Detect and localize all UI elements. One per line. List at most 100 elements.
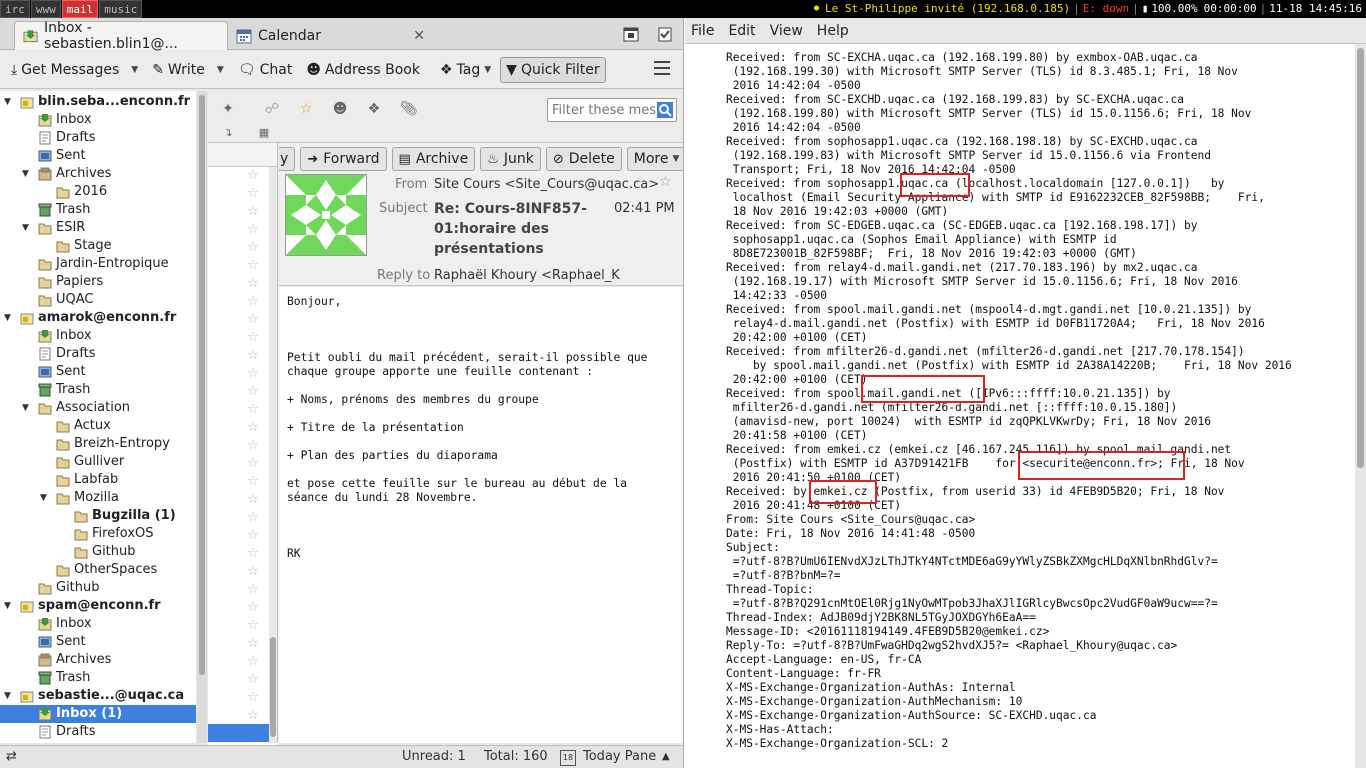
chevron-down-icon[interactable]: ▼ <box>131 65 138 75</box>
folder-item[interactable]: Labfab <box>0 471 196 489</box>
star-icon[interactable]: ☆ <box>247 546 261 561</box>
more-button[interactable]: More ▼ <box>626 147 683 171</box>
folder-item[interactable]: Bugzilla (1) <box>0 507 196 525</box>
folder-item[interactable]: Trash <box>0 381 196 399</box>
selected-thread-row[interactable] <box>208 724 270 742</box>
menu-icon[interactable] <box>654 61 670 75</box>
star-icon[interactable]: ☆ <box>247 582 261 597</box>
star-icon[interactable]: ☆ <box>247 690 261 705</box>
star-icon[interactable]: ☆ <box>247 366 261 381</box>
star-icon[interactable]: ☆ <box>247 348 261 363</box>
star-icon[interactable]: ☆ <box>298 101 314 117</box>
folder-item[interactable]: ▼ amarok@enconn.fr <box>0 309 196 327</box>
star-icon[interactable]: ☆ <box>247 636 261 651</box>
folder-item[interactable]: Inbox <box>0 615 196 633</box>
junk-button[interactable]: ♨ Junk <box>480 147 541 171</box>
folder-item[interactable]: Stage <box>0 237 196 255</box>
reply-button[interactable]: y <box>279 147 296 171</box>
menu-edit[interactable]: Edit <box>728 23 755 39</box>
chevron-up-icon[interactable]: ▲ <box>662 751 670 762</box>
folder-item[interactable]: ▼ Archives <box>0 165 196 183</box>
folder-item[interactable]: ▼ Mozilla <box>0 489 196 507</box>
folder-item[interactable]: Sent <box>0 633 196 651</box>
get-messages-button[interactable]: ⤓ Get Messages ▼ <box>6 57 143 83</box>
filter-messages-field[interactable] <box>547 98 677 122</box>
folder-item[interactable]: UQAC <box>0 291 196 309</box>
column-picker-icon[interactable]: ▦ <box>256 125 272 141</box>
star-icon[interactable]: ☆ <box>247 672 261 687</box>
calendar-day-icon[interactable] <box>623 26 639 42</box>
folder-item[interactable]: Sent <box>0 147 196 165</box>
folder-item[interactable]: Archives <box>0 651 196 669</box>
chat-button[interactable]: 🗨︎ Chat <box>233 57 298 83</box>
twisty-icon[interactable]: ▼ <box>4 309 11 327</box>
today-pane-button[interactable]: Today Pane <box>583 749 656 764</box>
star-icon[interactable]: ☆ <box>247 528 261 543</box>
tab-calendar[interactable]: Calendar ✕ <box>228 21 433 50</box>
workspace-www[interactable]: www <box>30 0 61 18</box>
folder-item[interactable]: ▼ ESIR <box>0 219 196 237</box>
folder-item[interactable]: 2016 <box>0 183 196 201</box>
star-icon[interactable]: ☆ <box>247 492 261 507</box>
folder-item[interactable]: Gulliver <box>0 453 196 471</box>
tab-inbox[interactable]: Inbox - sebastien.blin1@... <box>14 20 228 52</box>
folder-item[interactable]: Trash <box>0 201 196 219</box>
folder-item[interactable]: Github <box>0 579 196 597</box>
star-icon[interactable]: ☆ <box>247 312 261 327</box>
star-icon[interactable]: ☆ <box>247 564 261 579</box>
folder-item[interactable]: OtherSpaces <box>0 561 196 579</box>
menu-view[interactable]: View <box>770 23 803 39</box>
star-icon[interactable]: ☆ <box>247 474 261 489</box>
star-icon[interactable]: ☆ <box>247 168 261 183</box>
folder-item[interactable]: Github <box>0 543 196 561</box>
from-value[interactable]: Site Cours <Site_Cours@uqac.ca> <box>434 177 659 192</box>
twisty-icon[interactable]: ▼ <box>22 165 29 183</box>
folder-item[interactable]: Papiers <box>0 273 196 291</box>
folder-item[interactable]: Inbox <box>0 111 196 129</box>
star-icon[interactable]: ☆ <box>247 294 261 309</box>
write-button[interactable]: ✎ Write ▼ <box>147 57 229 83</box>
folder-item[interactable]: Breizh-Entropy <box>0 435 196 453</box>
attachment-icon[interactable]: 📎︎ <box>400 101 418 117</box>
star-icon[interactable]: ☆ <box>247 222 261 237</box>
filter-messages-input[interactable] <box>552 102 656 118</box>
star-icon[interactable]: ☆ <box>247 384 261 399</box>
star-icon[interactable]: ☆ <box>247 600 261 615</box>
archive-button[interactable]: ▤ Archive <box>391 147 476 171</box>
contact-icon[interactable]: ☻ <box>332 101 348 117</box>
folder-item[interactable]: ▼ sebastie...@uqac.ca <box>0 687 196 705</box>
twisty-icon[interactable]: ▼ <box>4 597 11 615</box>
close-icon[interactable]: ✕ <box>413 28 425 44</box>
folder-item[interactable]: Jardin-Entropique <box>0 255 196 273</box>
star-icon[interactable]: ☆ <box>659 174 672 190</box>
quick-filter-button[interactable]: ▼ Quick Filter <box>500 56 606 83</box>
workspace-irc[interactable]: irc <box>0 0 30 18</box>
twisty-icon[interactable]: ▼ <box>22 219 29 237</box>
folder-item[interactable]: Inbox <box>0 327 196 345</box>
star-icon[interactable]: ☆ <box>247 654 261 669</box>
star-icon[interactable]: ☆ <box>247 438 261 453</box>
star-icon[interactable]: ☆ <box>247 456 261 471</box>
workspace-mail[interactable]: mail <box>61 0 99 18</box>
folder-item[interactable]: Trash <box>0 669 196 687</box>
folder-item[interactable]: FirefoxOS <box>0 525 196 543</box>
star-icon[interactable]: ☆ <box>247 708 261 723</box>
star-icon[interactable]: ☆ <box>247 186 261 201</box>
connection-icon[interactable]: ⇄ <box>6 749 17 764</box>
tag-button[interactable]: ❖ Tag ▼ <box>435 57 496 83</box>
menu-help[interactable]: Help <box>817 23 849 39</box>
folder-item[interactable]: Drafts <box>0 723 196 741</box>
folder-item[interactable]: Sent <box>0 363 196 381</box>
thread-column-icon[interactable]: ↴ <box>220 125 236 141</box>
pin-icon[interactable]: ✦ <box>220 101 236 117</box>
tag-icon[interactable]: ❖ <box>366 101 382 117</box>
address-book-button[interactable]: ☻ Address Book <box>301 57 425 83</box>
folder-item[interactable]: Inbox (1) <box>0 705 196 723</box>
star-icon[interactable]: ☆ <box>247 204 261 219</box>
folder-item[interactable]: ▼ blin.seba...enconn.fr <box>0 93 196 111</box>
folder-item[interactable]: ▼ spam@enconn.fr <box>0 597 196 615</box>
folder-item[interactable]: Drafts <box>0 129 196 147</box>
star-icon[interactable]: ☆ <box>247 240 261 255</box>
twisty-icon[interactable]: ▼ <box>4 93 11 111</box>
thread-list-scrollbar[interactable] <box>269 167 277 743</box>
